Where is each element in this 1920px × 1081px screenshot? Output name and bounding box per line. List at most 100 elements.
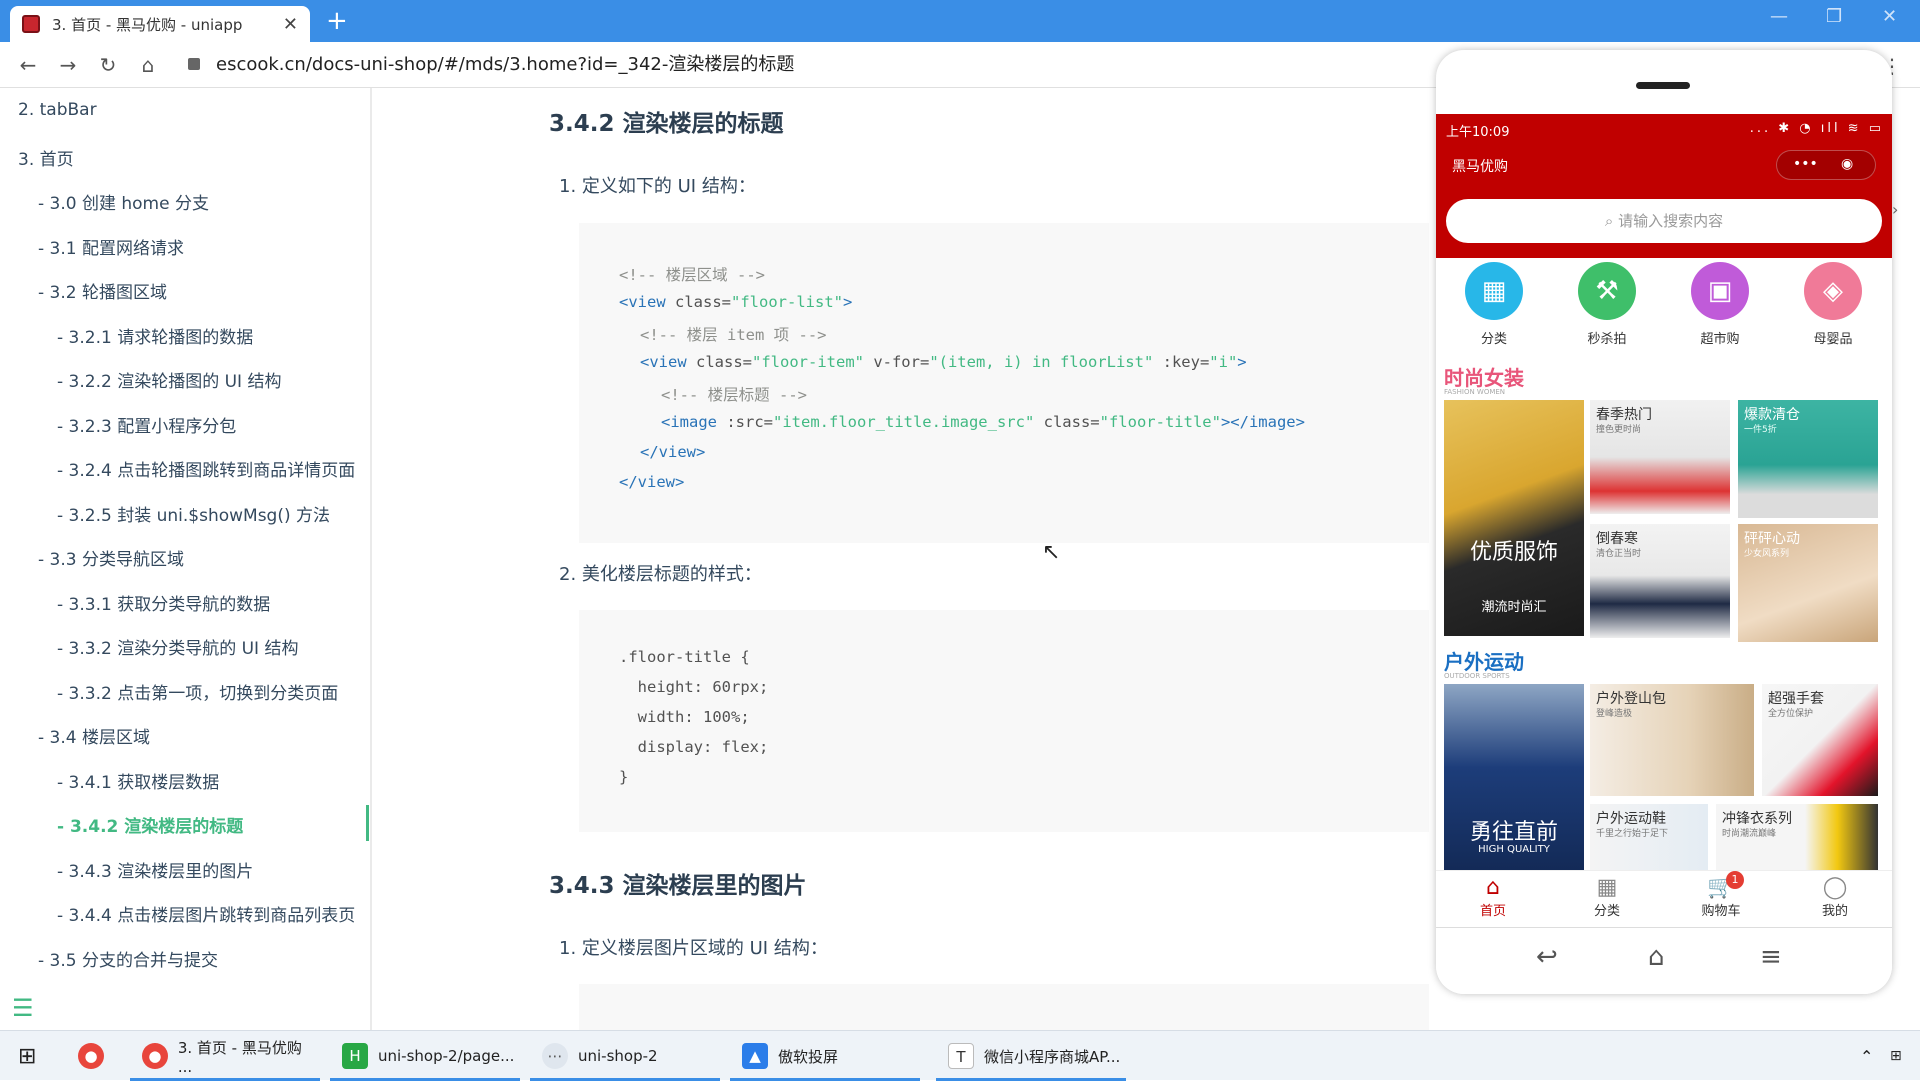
taskbar-item[interactable]: ⋯ uni-shop-2 (530, 1031, 720, 1081)
windows-start-icon[interactable]: ⊞ (18, 1031, 36, 1081)
tabbar-label: 购物车 (1701, 904, 1741, 919)
lock-icon (188, 58, 200, 70)
sidebar-item-active[interactable]: - 3.4.2 渲染楼层的标题 (57, 812, 243, 837)
code-token: v-for= (863, 353, 930, 371)
active-indicator (366, 805, 369, 841)
sidebar-item[interactable]: - 3.3 分类导航区域 (38, 545, 184, 570)
url-field[interactable]: escook.cn/docs-uni-shop/#/mds/3.home?id=… (216, 42, 794, 88)
minimize-icon[interactable]: — (1770, 6, 1788, 27)
tabbar-item-category[interactable]: ▦ 分类 (1550, 871, 1664, 919)
taskbar-item[interactable]: H uni-shop-2/page... (330, 1031, 520, 1081)
taskbar-label: uni-shop-2 (578, 1047, 658, 1065)
window-close-icon[interactable]: ✕ (1882, 6, 1897, 27)
restore-icon[interactable]: ❐ (1826, 6, 1842, 27)
sidebar-item[interactable]: 2. tabBar (18, 100, 97, 120)
mp-capsule: ••• ◉ (1776, 150, 1876, 180)
back-icon[interactable]: ↩ (1536, 942, 1558, 972)
home-icon[interactable]: ⌂ (128, 53, 168, 77)
floor-image[interactable]: 砰砰心动 少女风系列 (1738, 524, 1878, 642)
search-input[interactable]: ⌕ 请输入搜索内容 (1446, 199, 1882, 243)
floor-image[interactable]: 户外登山包 登峰造极 (1590, 684, 1754, 796)
phone-tabbar: ⌂ 首页 ▦ 分类 🛒 购物车 1 ◯ 我的 (1436, 870, 1892, 928)
tabbar-label: 分类 (1593, 904, 1620, 919)
taskbar-item[interactable]: T 微信小程序商城AP... (936, 1031, 1126, 1081)
sidebar-item[interactable]: - 3.2.5 封装 uni.$showMsg() 方法 (57, 501, 330, 526)
tabbar-item-home[interactable]: ⌂ 首页 (1436, 871, 1550, 919)
menu-icon[interactable]: ≡ (1760, 942, 1782, 972)
android-nav-bar: ↩ ⌂ ≡ (1436, 928, 1892, 994)
sidebar-item[interactable]: - 3.5 分支的合并与提交 (38, 946, 218, 971)
more-icon[interactable]: ••• (1793, 156, 1818, 172)
tile-title: 倒春寒 (1596, 531, 1638, 547)
tray-input-icon[interactable]: ⊞ (1890, 1031, 1902, 1081)
floor-image[interactable]: 勇往直前 HIGH QUALITY (1444, 684, 1584, 870)
tile-title: 砰砰心动 (1744, 531, 1800, 547)
browser-tab-active[interactable]: 3. 首页 - 黑马优购 - uniapp ✕ (10, 6, 310, 42)
sidebar-item[interactable]: - 3.4.3 渲染楼层里的图片 (57, 857, 253, 882)
taskbar-item[interactable]: ▲ 傲软投屏 (730, 1031, 920, 1081)
paragraph: 2. 美化楼层标题的样式： (559, 564, 762, 585)
supermarket-icon: ▣ (1691, 262, 1749, 320)
cart-icon: 🛒 (1707, 875, 1735, 900)
floor-image[interactable]: 春季热门 撞色更时尚 (1590, 400, 1730, 514)
code-line: <!-- 楼层区域 --> (619, 266, 765, 284)
tabbar-label: 首页 (1479, 904, 1506, 919)
cat-item[interactable]: ◈ 母婴品 (1783, 262, 1883, 347)
floor-image[interactable]: 超强手套 全方位保护 (1762, 684, 1878, 796)
taskbar-item[interactable]: ● 3. 首页 - 黑马优购 ... (130, 1031, 320, 1081)
paragraph: 1. 定义楼层图片区域的 UI 结构： (559, 938, 828, 959)
sidebar-item[interactable]: - 3.3.2 点击第一项，切换到分类页面 (57, 679, 338, 704)
windows-taskbar: ⊞ ● ● 3. 首页 - 黑马优购 ... H uni-shop-2/page… (0, 1030, 1920, 1081)
tabbar-label: 我的 (1821, 904, 1848, 919)
sidebar-item[interactable]: - 3.3.2 渲染分类导航的 UI 结构 (57, 634, 298, 659)
forward-icon[interactable]: → (48, 53, 88, 77)
cat-item[interactable]: ▦ 分类 (1444, 262, 1544, 347)
sidebar-item[interactable]: - 3.2.3 配置小程序分包 (57, 412, 236, 437)
tray-expand-icon[interactable]: ⌃ (1860, 1031, 1873, 1081)
tabbar-item-my[interactable]: ◯ 我的 (1778, 871, 1892, 919)
back-icon[interactable]: ← (8, 53, 48, 77)
wechat-devtools-icon: ⋯ (542, 1043, 568, 1069)
reload-icon[interactable]: ↻ (88, 53, 128, 77)
sidebar-item[interactable]: - 3.4 楼层区域 (38, 723, 150, 748)
sidebar-item[interactable]: - 3.1 配置网络请求 (38, 234, 184, 259)
floor-image[interactable]: 户外运动鞋 千里之行始于足下 (1590, 804, 1708, 870)
floor-image[interactable]: 倒春寒 清仓正当时 (1590, 524, 1730, 638)
new-tab-icon[interactable]: + (326, 6, 348, 36)
sidebar-item[interactable]: - 3.0 创建 home 分支 (38, 189, 209, 214)
tabbar-item-cart[interactable]: 🛒 购物车 1 (1664, 871, 1778, 919)
tile-subtitle: 清仓正当时 (1596, 549, 1642, 559)
cat-label: 超市购 (1700, 332, 1740, 347)
sidebar-item[interactable]: 3. 首页 (18, 145, 74, 170)
close-tab-icon[interactable]: ✕ (283, 14, 298, 35)
floor-image[interactable]: 爆款清仓 一件5折 (1738, 400, 1878, 518)
chrome-icon[interactable]: ● (78, 1031, 114, 1081)
cat-item[interactable]: ▣ 超市购 (1670, 262, 1770, 347)
sidebar-item[interactable]: - 3.2 轮播图区域 (38, 278, 167, 303)
sidebar-item[interactable]: - 3.4.1 获取楼层数据 (57, 768, 219, 793)
floor-image[interactable]: 优质服饰 潮流时尚汇 (1444, 400, 1584, 636)
section-heading: 3.4.2 渲染楼层的标题 (549, 111, 784, 137)
cat-item[interactable]: ⚒ 秒杀拍 (1557, 262, 1657, 347)
floor-subtitle: FASHION WOMEN (1444, 388, 1506, 396)
sidebar-toggle-icon[interactable]: ☰ (12, 994, 34, 1022)
phone-simulator: 上午10:09 ... ✱ ◔ ıll ≋ ▭ 黑马优购 ••• ◉ ⌕ 请输入… (1436, 50, 1892, 994)
code-token: class= (675, 293, 731, 311)
sidebar-item[interactable]: - 3.2.1 请求轮播图的数据 (57, 323, 253, 348)
home-icon[interactable]: ⌂ (1648, 942, 1665, 972)
floor-image[interactable]: 冲锋衣系列 时尚潮流巅峰 (1716, 804, 1878, 870)
taskbar-label: 3. 首页 - 黑马优购 ... (177, 1038, 302, 1076)
sidebar-item[interactable]: - 3.2.4 点击轮播图跳转到商品详情页面 (57, 456, 355, 481)
code-token: "i" (1209, 353, 1238, 371)
tag-icon: ◈ (1804, 262, 1862, 320)
floor-image-title: 勇往直前 (1469, 820, 1558, 845)
sidebar-item[interactable]: - 3.4.4 点击楼层图片跳转到商品列表页 (57, 901, 355, 926)
sidebar-item[interactable]: - 3.2.2 渲染轮播图的 UI 结构 (57, 367, 281, 392)
code-line: .floor-title { (619, 648, 750, 666)
sidebar-item[interactable]: - 3.3.1 获取分类导航的数据 (57, 590, 270, 615)
chevron-right-icon[interactable]: › (1892, 200, 1898, 219)
code-token: :key= (1153, 353, 1210, 371)
mp-close-icon[interactable]: ◉ (1841, 156, 1853, 172)
floor-image-subtitle: 潮流时尚汇 (1481, 600, 1547, 615)
tile-subtitle: 全方位保护 (1768, 709, 1814, 719)
